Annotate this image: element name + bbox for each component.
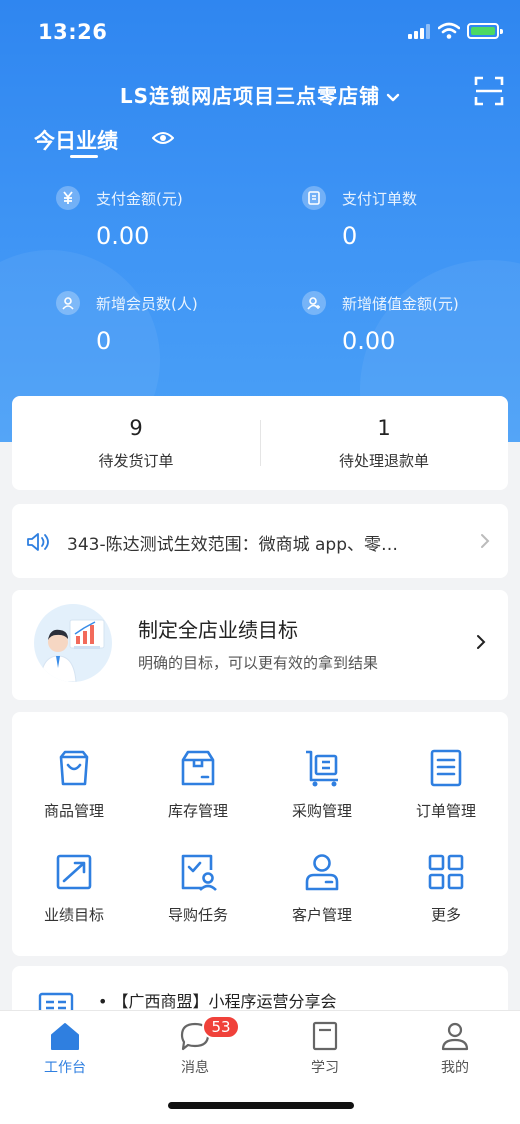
- yen-icon: [56, 186, 80, 210]
- status-time: 13:26: [38, 20, 108, 44]
- status-bar: 13:26: [0, 0, 520, 62]
- section-title: 今日业绩: [34, 129, 118, 153]
- unread-badge: 53: [202, 1015, 240, 1039]
- speaker-icon: [27, 533, 49, 551]
- menu-label: 采购管理: [291, 802, 352, 820]
- tab-messages[interactable]: 53 消息: [130, 1015, 260, 1087]
- menu-item-orders[interactable]: 订单管理: [384, 748, 508, 848]
- news-headline: • 【广西商盟】小程序运营分享会: [98, 992, 337, 1011]
- shopping-bag-icon: [59, 750, 89, 786]
- scan-icon[interactable]: [474, 76, 504, 106]
- goal-subtitle: 明确的目标，可以更有效的拿到结果: [138, 654, 379, 672]
- home-indicator: [168, 1102, 354, 1109]
- hero-header: 13:26 LS连锁网店项目三点零店铺 今日业绩 支付金额(元) 0.00 支付…: [0, 0, 520, 442]
- announcement-bar[interactable]: 343-陈达测试生效范围：微商城 app、零…: [12, 504, 508, 578]
- metric-value: 0.00: [342, 327, 396, 355]
- menu-item-more[interactable]: 更多: [384, 852, 508, 952]
- inventory-box-icon: [181, 750, 215, 786]
- metric-value: 0: [96, 327, 112, 355]
- metric-value: 0.00: [96, 222, 150, 250]
- battery-icon: [467, 23, 503, 39]
- menu-item-customers[interactable]: 客户管理: [260, 852, 384, 952]
- metric-label: 新增会员数(人): [96, 295, 198, 313]
- chevron-down-icon: [386, 93, 400, 101]
- stored-value-icon: [302, 291, 326, 315]
- menu-label: 订单管理: [415, 802, 476, 820]
- tab-label: 消息: [181, 1060, 209, 1076]
- wifi-icon: [438, 22, 460, 39]
- metric-label: 支付金额(元): [96, 190, 183, 208]
- menu-label: 导购任务: [167, 906, 228, 924]
- store-goal-card[interactable]: 制定全店业绩目标 明确的目标，可以更有效的拿到结果: [12, 590, 508, 700]
- book-icon: [312, 1021, 338, 1051]
- pending-label: 待处理退款单: [338, 452, 429, 470]
- menu-item-products[interactable]: 商品管理: [12, 748, 136, 848]
- profile-icon: [441, 1022, 469, 1051]
- pending-orders-card: 9 待发货订单 1 待处理退款单: [12, 396, 508, 490]
- pending-refund-orders[interactable]: 1 待处理退款单: [260, 396, 508, 490]
- order-list-icon: [430, 749, 462, 787]
- tab-label: 我的: [441, 1060, 469, 1076]
- home-icon: [51, 1023, 79, 1050]
- pending-count: 9: [129, 416, 143, 440]
- metric-label: 新增储值金额(元): [342, 295, 459, 313]
- chevron-right-icon: [481, 534, 490, 548]
- goal-title: 制定全店业绩目标: [138, 618, 298, 642]
- order-doc-icon: [302, 186, 326, 210]
- cellular-signal-icon: [408, 24, 430, 39]
- trend-chart-icon: [56, 854, 92, 890]
- grid-more-icon: [428, 854, 464, 890]
- store-selector[interactable]: LS连锁网店项目三点零店铺: [0, 80, 520, 109]
- workbench-screen: 13:26 LS连锁网店项目三点零店铺 今日业绩 支付金额(元) 0.00 支付…: [0, 0, 520, 1124]
- menu-item-performance-goal[interactable]: 业绩目标: [12, 852, 136, 952]
- pending-count: 1: [377, 416, 391, 440]
- menu-item-inventory[interactable]: 库存管理: [136, 748, 260, 848]
- menu-label: 更多: [430, 906, 461, 924]
- tab-label: 学习: [311, 1060, 339, 1076]
- eye-icon[interactable]: [152, 130, 174, 146]
- title-underline: [70, 155, 98, 158]
- menu-label: 商品管理: [43, 802, 104, 820]
- today-performance-title: 今日业绩: [34, 125, 118, 158]
- chevron-right-icon: [477, 635, 486, 649]
- menu-label: 客户管理: [291, 906, 352, 924]
- menu-label: 库存管理: [167, 802, 228, 820]
- announcement-text: 343-陈达测试生效范围：微商城 app、零…: [67, 535, 398, 555]
- menu-item-purchasing[interactable]: 采购管理: [260, 748, 384, 848]
- tab-workbench[interactable]: 工作台: [0, 1019, 130, 1087]
- customer-icon: [305, 854, 339, 891]
- member-icon: [56, 291, 80, 315]
- pending-label: 待发货订单: [98, 452, 174, 470]
- purchase-cart-icon: [306, 750, 338, 787]
- pending-shipment-orders[interactable]: 9 待发货订单: [12, 396, 260, 490]
- guide-task-icon: [181, 854, 217, 891]
- metric-value: 0: [342, 222, 358, 250]
- function-menu-grid: 商品管理 库存管理 采购管理 订单管理 业绩目标 导购任务 客户管理 更多: [12, 712, 508, 956]
- menu-item-guide-tasks[interactable]: 导购任务: [136, 852, 260, 952]
- tab-learning[interactable]: 学习: [260, 1019, 390, 1087]
- goal-illustration: [34, 604, 112, 682]
- tab-profile[interactable]: 我的: [390, 1019, 520, 1087]
- menu-label: 业绩目标: [43, 906, 104, 924]
- tab-label: 工作台: [44, 1060, 86, 1076]
- metric-label: 支付订单数: [342, 190, 418, 208]
- store-name: LS连锁网店项目三点零店铺: [119, 84, 381, 108]
